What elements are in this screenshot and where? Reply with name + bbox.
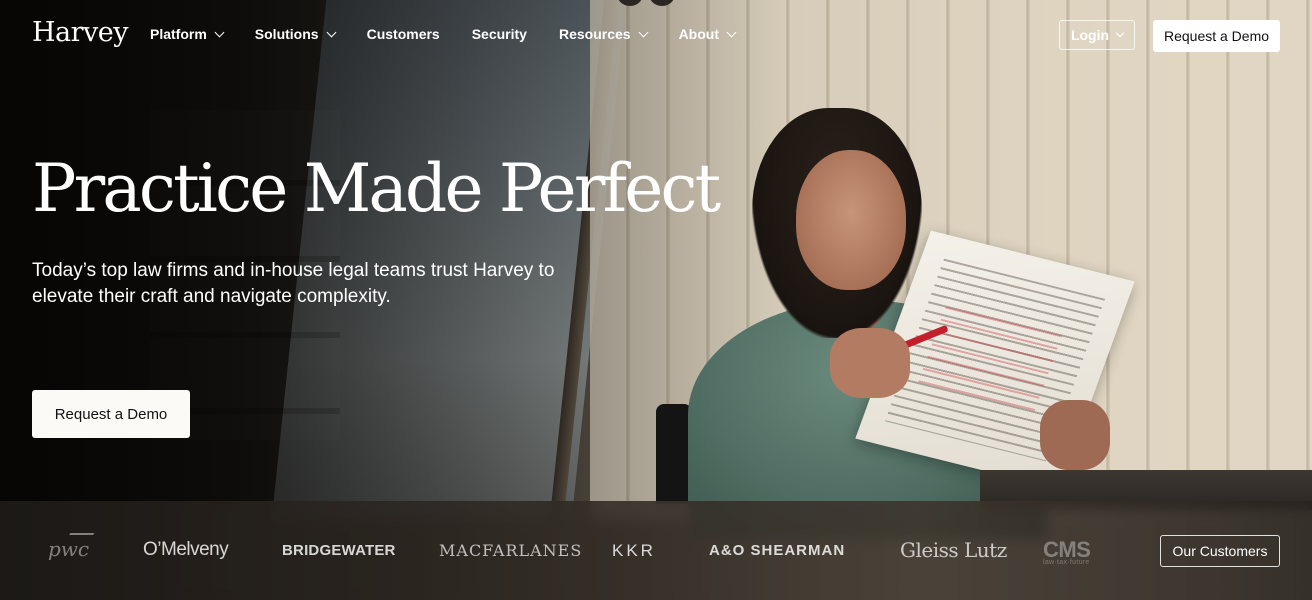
nav-item-security[interactable]: Security	[472, 26, 527, 42]
cms-logo-tagline: law·tax·future	[1043, 559, 1090, 566]
request-demo-button-nav[interactable]: Request a Demo	[1153, 20, 1280, 52]
login-label: Login	[1070, 27, 1110, 43]
nav-item-label: Solutions	[254, 26, 319, 42]
nav-item-resources[interactable]: Resources	[558, 26, 649, 42]
omelveny-logo: O’Melveny	[143, 539, 229, 560]
nav-item-customers[interactable]: Customers	[367, 26, 440, 42]
top-navigation: Harvey Platform Solutions Customers Secu…	[0, 0, 1312, 70]
nav-item-label: Resources	[558, 26, 631, 42]
chevron-down-icon	[1115, 28, 1125, 38]
bridgewater-logo: BRIDGEWATER	[282, 542, 396, 559]
nav-links: Platform Solutions Customers Security Re…	[150, 26, 767, 42]
nav-item-platform[interactable]: Platform	[150, 26, 225, 42]
nav-item-solutions[interactable]: Solutions	[254, 26, 337, 42]
chevron-down-icon	[326, 27, 337, 37]
nav-item-label: Security	[471, 26, 527, 42]
macfarlanes-logo: MACFARLANES	[439, 541, 583, 560]
chevron-down-icon	[214, 27, 225, 37]
nav-item-label: Customers	[366, 26, 440, 42]
login-button[interactable]: Login	[1059, 20, 1135, 50]
pwc-logo: pwc	[48, 537, 90, 561]
client-logo-strip: pwc O’Melveny BRIDGEWATER MACFARLANES KK…	[0, 501, 1312, 600]
nav-item-about[interactable]: About	[678, 26, 737, 42]
chevron-down-icon	[726, 27, 737, 37]
request-demo-button-hero[interactable]: Request a Demo	[32, 390, 190, 438]
gleiss-lutz-logo: Gleiss Lutz	[900, 538, 1007, 562]
chevron-down-icon	[638, 27, 649, 37]
ao-shearman-logo: A&O SHEARMAN	[709, 542, 846, 559]
nav-item-label: Platform	[150, 26, 207, 42]
nav-item-label: About	[678, 26, 719, 42]
our-customers-button[interactable]: Our Customers	[1160, 535, 1280, 567]
hero-subtitle: Today’s top law firms and in-house legal…	[32, 260, 555, 307]
hero-headline: Practice Made Perfect	[32, 150, 721, 227]
kkr-logo: KKR	[612, 541, 656, 560]
harvey-logo[interactable]: Harvey	[32, 17, 129, 48]
